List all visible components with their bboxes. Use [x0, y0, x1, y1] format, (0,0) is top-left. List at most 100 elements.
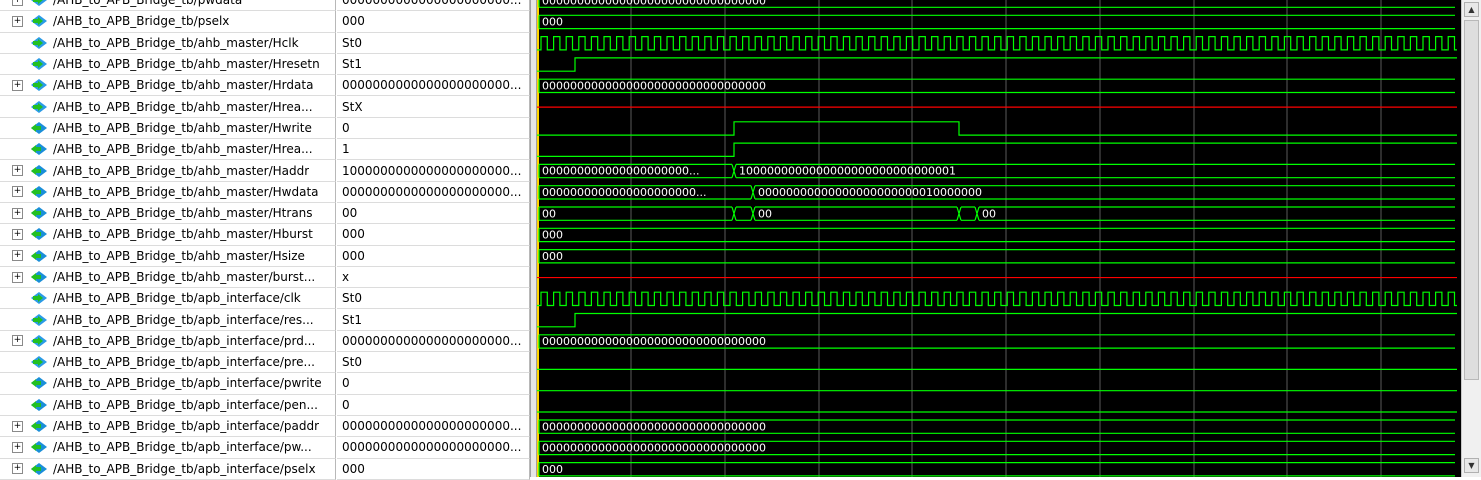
expand-icon[interactable]: +: [12, 271, 23, 283]
scroll-up-arrow-icon[interactable]: ▲: [1464, 2, 1479, 17]
signal-value: 0: [337, 373, 530, 395]
signal-name: /AHB_to_APB_Bridge_tb/apb_interface/padd…: [53, 419, 320, 434]
waveform-trace[interactable]: [537, 121, 1457, 136]
pane-splitter[interactable]: [530, 0, 537, 477]
signal-value: 0000000000000000000000...: [337, 0, 530, 12]
signal-name: /AHB_to_APB_Bridge_tb/ahb_master/Hclk: [53, 35, 299, 50]
output-signal-icon: [29, 206, 49, 220]
signal-row[interactable]: + /AHB_to_APB_Bridge_tb/ahb_master/Haddr: [0, 160, 336, 182]
waveform-trace[interactable]: [537, 312, 1457, 328]
signal-value: 0000000000000000000000...: [337, 437, 530, 459]
output-signal-icon: [29, 164, 49, 178]
signal-value-pane: 0000000000000000000000... 000 St0 St1 000000…: [337, 0, 530, 480]
waveform-trace[interactable]: 0000000000000000000000... 000000000000000…: [538, 185, 1455, 200]
waveform-trace[interactable]: [537, 57, 1457, 72]
waveform-trace[interactable]: 000: [538, 14, 1455, 30]
signal-value: 00: [337, 202, 530, 225]
waveform-pane[interactable]: 00000000000000000000000000000000 000 00000…: [537, 0, 1461, 477]
signal-row[interactable]: + /AHB_to_APB_Bridge_tb/apb_interface/pw.…: [0, 437, 336, 459]
signal-row[interactable]: + /AHB_to_APB_Bridge_tb/ahb_master/burst.…: [0, 266, 336, 289]
expand-icon[interactable]: +: [12, 335, 23, 347]
expand-icon[interactable]: +: [12, 165, 23, 177]
signal-row[interactable]: + /AHB_to_APB_Bridge_tb/ahb_master/Hsize: [0, 245, 336, 267]
signal-value: 0000000000000000000000...: [337, 330, 530, 353]
bus-value-label: 000: [542, 16, 563, 29]
signal-row[interactable]: /AHB_to_APB_Bridge_tb/apb_interface/pwri…: [0, 373, 336, 395]
signal-row[interactable]: /AHB_to_APB_Bridge_tb/apb_interface/pre.…: [0, 352, 336, 374]
waveform-trace[interactable]: 00000000000000000000000000000000: [538, 334, 1455, 349]
signal-row[interactable]: /AHB_to_APB_Bridge_tb/ahb_master/Hrea...: [0, 96, 336, 118]
input-signal-icon: [29, 100, 49, 114]
bus-value-label: 00000000000000000000000010000000: [758, 186, 982, 199]
waveform-trace[interactable]: 000: [538, 462, 1455, 477]
waveform-trace[interactable]: [537, 36, 1457, 51]
expand-icon[interactable]: +: [12, 207, 23, 219]
expand-icon[interactable]: +: [12, 79, 23, 91]
signal-row[interactable]: + /AHB_to_APB_Bridge_tb/ahb_master/Hrdata: [0, 75, 336, 97]
waveform-trace[interactable]: [537, 291, 1457, 307]
signal-name: /AHB_to_APB_Bridge_tb/apb_interface/pen.…: [53, 397, 318, 412]
bus-value-label: 00: [758, 207, 772, 220]
signal-value: 000: [337, 245, 530, 267]
signal-name: /AHB_to_APB_Bridge_tb/apb_interface/prd.…: [53, 333, 316, 348]
signal-row[interactable]: + /AHB_to_APB_Bridge_tb/ahb_master/Hwdata: [0, 181, 336, 203]
output-signal-icon: [29, 440, 49, 454]
waveform-trace[interactable]: 00 00 00: [538, 206, 1455, 221]
signal-value: x: [337, 266, 530, 289]
waveform-trace[interactable]: 00000000000000000000000000000000: [538, 0, 1455, 8]
output-signal-icon: [29, 376, 49, 390]
waveform-trace[interactable]: 00000000000000000000000000000000: [538, 419, 1455, 434]
vertical-scrollbar[interactable]: ▲ ▼: [1461, 0, 1481, 477]
signal-row[interactable]: /AHB_to_APB_Bridge_tb/ahb_master/Hwrite: [0, 117, 336, 140]
signal-name: /AHB_to_APB_Bridge_tb/pwdata: [53, 0, 243, 8]
signal-name: /AHB_to_APB_Bridge_tb/ahb_master/Htrans: [53, 206, 313, 221]
signal-value: St0: [337, 32, 530, 54]
signal-value: St0: [337, 352, 530, 374]
waveform-trace[interactable]: 000000000000000000000... 1000000000000000…: [538, 163, 1455, 179]
bus-signal-icon: [29, 0, 49, 7]
signal-value: 1: [337, 139, 530, 161]
bus-value-label: 000: [542, 463, 563, 476]
waveform-trace[interactable]: 00000000000000000000000000000000: [538, 78, 1455, 94]
signal-row[interactable]: /AHB_to_APB_Bridge_tb/apb_interface/clk: [0, 288, 336, 310]
waveform-trace[interactable]: 000: [538, 249, 1455, 264]
scroll-down-arrow-icon[interactable]: ▼: [1464, 458, 1479, 473]
output-signal-icon: [29, 462, 49, 476]
bus-value-label: 00: [542, 207, 556, 220]
signal-row[interactable]: + /AHB_to_APB_Bridge_tb/pselx: [0, 11, 336, 33]
signal-row[interactable]: /AHB_to_APB_Bridge_tb/ahb_master/Hresetn: [0, 53, 336, 76]
signal-name: /AHB_to_APB_Bridge_tb/ahb_master/Hwrite: [53, 120, 312, 135]
waveform-canvas[interactable]: 0000000000000000000000000000000000000000…: [537, 0, 1461, 477]
signal-name-pane: + /AHB_to_APB_Bridge_tb/pwdata + /AHB_to_AP…: [0, 0, 336, 480]
scroll-thumb[interactable]: [1464, 20, 1479, 380]
signal-name: /AHB_to_APB_Bridge_tb/apb_interface/pre.…: [53, 355, 315, 370]
expand-icon[interactable]: +: [12, 0, 23, 6]
expand-icon[interactable]: +: [12, 420, 23, 432]
expand-icon[interactable]: +: [12, 441, 23, 453]
expand-icon[interactable]: +: [12, 463, 23, 475]
bus-value-label: 00000000000000000000000000000000: [542, 420, 766, 433]
signal-row[interactable]: + /AHB_to_APB_Bridge_tb/ahb_master/Htrans: [0, 202, 336, 225]
signal-row[interactable]: /AHB_to_APB_Bridge_tb/apb_interface/pen.…: [0, 394, 336, 416]
signal-row[interactable]: /AHB_to_APB_Bridge_tb/ahb_master/Hrea...: [0, 139, 336, 161]
signal-name: /AHB_to_APB_Bridge_tb/pselx: [53, 14, 230, 29]
signal-name: /AHB_to_APB_Bridge_tb/ahb_master/Hresetn: [53, 57, 320, 72]
signal-row[interactable]: /AHB_to_APB_Bridge_tb/apb_interface/res.…: [0, 309, 336, 331]
expand-icon[interactable]: +: [12, 250, 23, 262]
signal-row[interactable]: /AHB_to_APB_Bridge_tb/ahb_master/Hclk: [0, 32, 336, 54]
signal-row[interactable]: + /AHB_to_APB_Bridge_tb/pwdata: [0, 0, 336, 12]
waveform-trace[interactable]: 00000000000000000000000000000000: [538, 440, 1455, 456]
signal-row[interactable]: + /AHB_to_APB_Bridge_tb/ahb_master/Hburst: [0, 224, 336, 246]
expand-icon[interactable]: +: [12, 228, 23, 240]
bus-value-label: 000: [542, 229, 563, 242]
waveform-trace[interactable]: 000: [538, 227, 1455, 243]
waveform-trace[interactable]: [537, 142, 1457, 157]
signal-row[interactable]: + /AHB_to_APB_Bridge_tb/apb_interface/prd…: [0, 330, 336, 353]
signal-value: St0: [337, 288, 530, 310]
signal-value: 0000000000000000000000...: [337, 415, 530, 438]
input-signal-icon: [29, 78, 49, 92]
expand-icon[interactable]: +: [12, 15, 23, 27]
expand-icon[interactable]: +: [12, 186, 23, 198]
signal-row[interactable]: + /AHB_to_APB_Bridge_tb/apb_interface/pad…: [0, 415, 336, 438]
signal-value: St1: [337, 309, 530, 331]
